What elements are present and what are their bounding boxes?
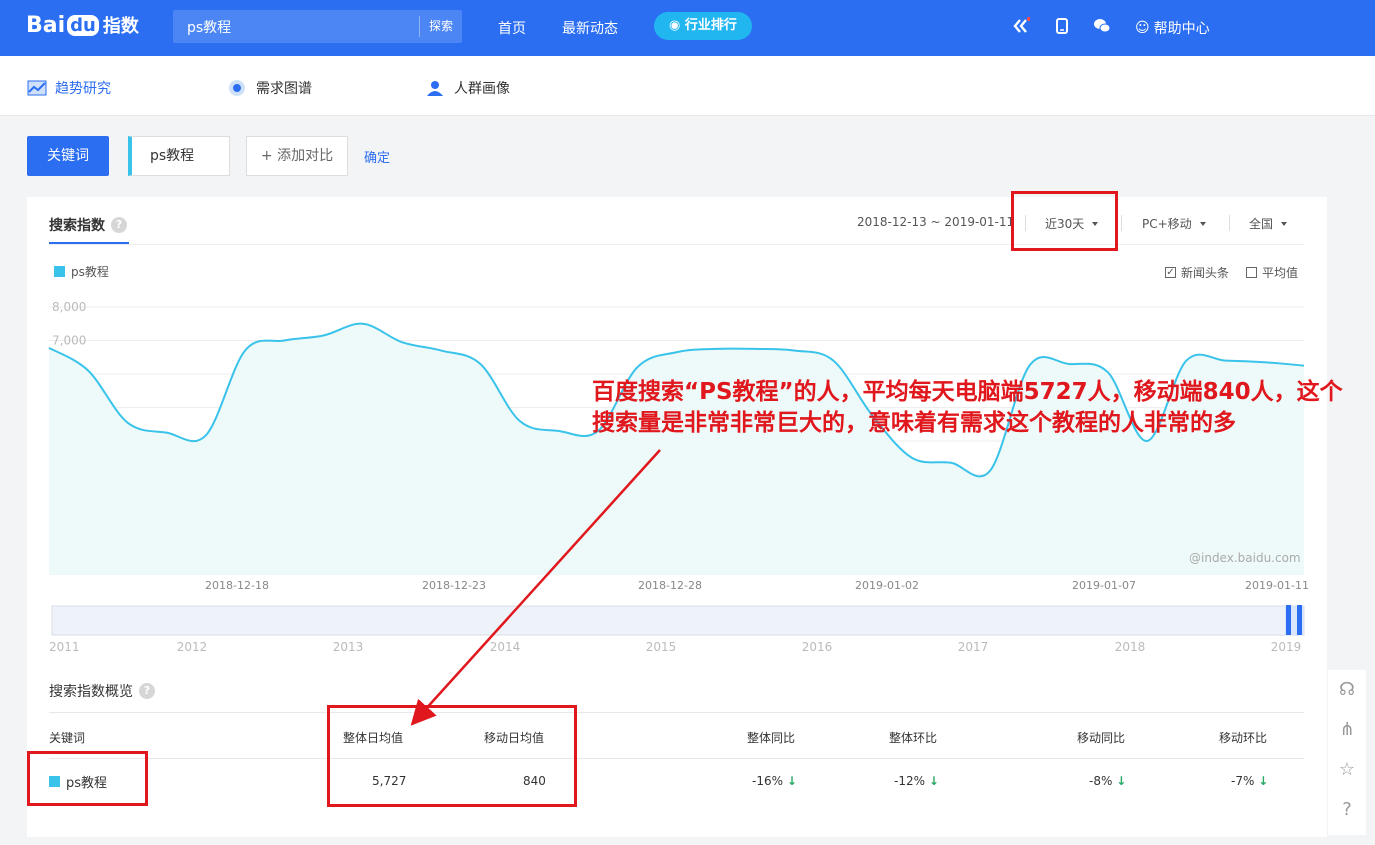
annotation-text: 百度搜索“PS教程”的人，平均每天电脑端5727人，移动端840人，这个搜索量是… [592, 379, 1343, 436]
